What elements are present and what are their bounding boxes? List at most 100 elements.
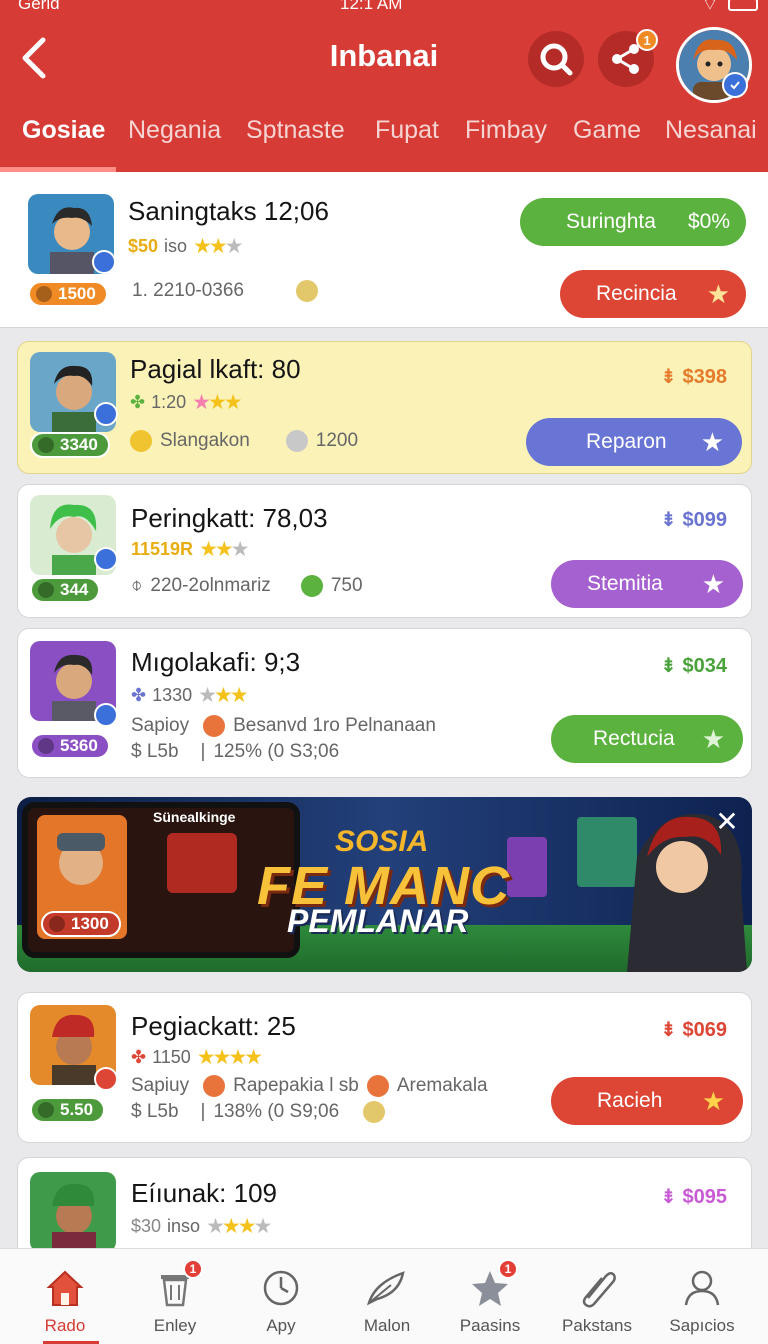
nav-label: Enley [153, 1316, 197, 1335]
nav-item-apy[interactable]: Apy [229, 1249, 333, 1344]
tab-nesanai[interactable]: Nesanai [665, 116, 757, 145]
battery-icon [728, 0, 758, 11]
list-item[interactable]: 5.50 Pegiackatt: 25 ✤ 1150 ★★★★ ⇟ $069 S… [17, 992, 752, 1143]
clock: 12:1 AM [340, 0, 403, 13]
action-button[interactable]: Stemitia ★ [551, 560, 743, 608]
item-meta: ✤ 1:20 ★★★ [130, 390, 243, 415]
banner-score-badge: 1300 [41, 911, 121, 937]
item-price: ⇟ $095 [660, 1186, 727, 1208]
price-value: $034 [682, 655, 728, 677]
game-thumbnail [30, 1172, 116, 1252]
banner-label: Sünealkinge [153, 809, 236, 825]
rating-stars-icon: ★★★★ [206, 1215, 272, 1238]
item-title: Peringkatt: 78,03 [131, 503, 328, 533]
button-label: Recincia [596, 282, 677, 305]
score-badge: 5360 [30, 733, 110, 759]
list-item[interactable]: 5360 Mıgolakafi: 9;3 ✤ 1330 ★★★ ⇟ $034 S… [17, 628, 752, 778]
tab-sptnaste[interactable]: Sptnaste [246, 116, 345, 145]
share-button[interactable]: 1 [598, 29, 658, 87]
tab-negania[interactable]: Negania [128, 116, 221, 145]
sub-text: $ L5b [131, 1101, 179, 1122]
button-label: Stemitia [587, 572, 663, 595]
search-button[interactable] [528, 31, 584, 87]
item-price: ⇟ $034 [660, 655, 728, 677]
score-value: 1500 [58, 284, 96, 303]
action-button[interactable]: Recincia ★ [560, 270, 746, 318]
badge-icon [130, 430, 152, 452]
item-meta: 11519R ★★★ [131, 537, 250, 562]
verified-icon [94, 547, 118, 571]
sub-text-b: 138% (0 S9;06 [213, 1101, 340, 1122]
coin-icon [38, 437, 54, 453]
share-icon [612, 44, 639, 74]
divider: | [200, 1101, 206, 1122]
meta-text: 1150 [152, 1047, 191, 1067]
rating-stars-icon: ★★★★ [196, 1046, 263, 1069]
item-price: ⇟ $069 [660, 1019, 727, 1041]
verified-icon [94, 1067, 118, 1091]
list-item[interactable]: 344 Peringkatt: 78,03 11519R ★★★ ⇟ $099 … [17, 484, 752, 618]
trash-icon: 1 [153, 1259, 203, 1309]
sub-text: 1. 2210-0366 [132, 280, 244, 301]
nav-label: Malon [363, 1316, 411, 1335]
score-badge: 3340 [30, 432, 110, 458]
meta-text: inso [167, 1216, 201, 1236]
nav-item-enley[interactable]: 1 Enley [123, 1249, 227, 1344]
share-badge: 1 [636, 29, 658, 51]
app-header: Gerid 12:1 AM ⌔ Inbanai 1 Gosiae Negania… [0, 0, 768, 172]
action-button[interactable]: Reparon ★ [526, 418, 742, 466]
action-button[interactable]: Racieh ★ [551, 1077, 743, 1125]
nav-item-paasins[interactable]: 1 Paasins [438, 1249, 542, 1344]
nav-item-malon[interactable]: Malon [335, 1249, 439, 1344]
item-meta: $50 iso ★★★ [128, 234, 244, 259]
list-item[interactable]: 1500 Saningtaks 12;06 $50 iso ★★★ 1. 221… [0, 172, 768, 328]
star-icon: ★ [701, 1085, 725, 1116]
coin-stack-icon [296, 280, 318, 302]
item-sub-line1: Sapiuy Rapepakia l sb Aremakala [131, 1075, 488, 1097]
bottom-navigation: Rado 1 Enley Apy Malon 1 Paasins Pakstan… [0, 1248, 768, 1344]
price-value: $398 [682, 366, 728, 388]
clock-icon [259, 1267, 303, 1309]
nav-item-rado[interactable]: Rado [13, 1249, 117, 1344]
carrier-label: Gerid [18, 0, 60, 13]
nav-item-pakstans[interactable]: Pakstans [545, 1249, 649, 1344]
status-icons: ⌔ [702, 0, 758, 15]
button-label: Reparon [586, 430, 667, 453]
meta-text: 11519R [131, 539, 194, 559]
sub-text: $ L5b [131, 741, 179, 762]
nav-item-sapicios[interactable]: Sapıcios [650, 1249, 754, 1344]
rating-stars-icon: ★★★ [198, 684, 249, 707]
item-title: Pegiackatt: 25 [131, 1011, 296, 1041]
sub-text: Sapioy [131, 715, 190, 736]
action-button[interactable]: Rectucia ★ [551, 715, 743, 763]
ball-icon [203, 1075, 226, 1097]
sub-text: 220-2olnmariz [150, 575, 271, 596]
sub-text: Sapiuy [131, 1075, 190, 1096]
list-item[interactable]: 3340 Pagial lkaft: 80 ✤ 1:20 ★★★ ⇟ $398 … [17, 341, 752, 474]
star-icon: ★ [706, 278, 730, 309]
coin-icon [38, 582, 54, 598]
tab-game[interactable]: Game [573, 116, 641, 145]
tab-fupat[interactable]: Fupat [375, 116, 439, 145]
nav-badge: 1 [498, 1259, 518, 1279]
tab-gosiae[interactable]: Gosiae [22, 116, 105, 145]
sub-text-b: Besanvd 1ro Pelnanaan [233, 715, 436, 736]
price-value: $099 [682, 509, 728, 531]
banner-kicker: SOSIA [335, 825, 429, 858]
item-meta: $30 inso ★★★★ [131, 1214, 272, 1239]
token-icon [300, 575, 323, 597]
tab-fimbay[interactable]: Fimbay [465, 116, 547, 145]
action-button-top[interactable]: Suringhta $0% [520, 198, 746, 246]
score-value: 3340 [60, 435, 98, 454]
close-icon[interactable]: ✕ [712, 806, 742, 837]
item-title: Mıgolakafi: 9;3 [131, 647, 301, 677]
promo-banner[interactable]: Sünealkinge SOSIA FE MANC PEMLANAR 1300 [17, 797, 752, 972]
star-icon: 1 [468, 1259, 518, 1309]
score-badge: 5.50 [30, 1097, 106, 1123]
coin-icon [38, 1102, 54, 1118]
nav-label: Rado [44, 1316, 86, 1335]
ball-icon [203, 715, 226, 737]
button-label: Racieh [597, 1089, 663, 1112]
coin-icon [38, 738, 54, 754]
score-value: 344 [60, 580, 89, 599]
